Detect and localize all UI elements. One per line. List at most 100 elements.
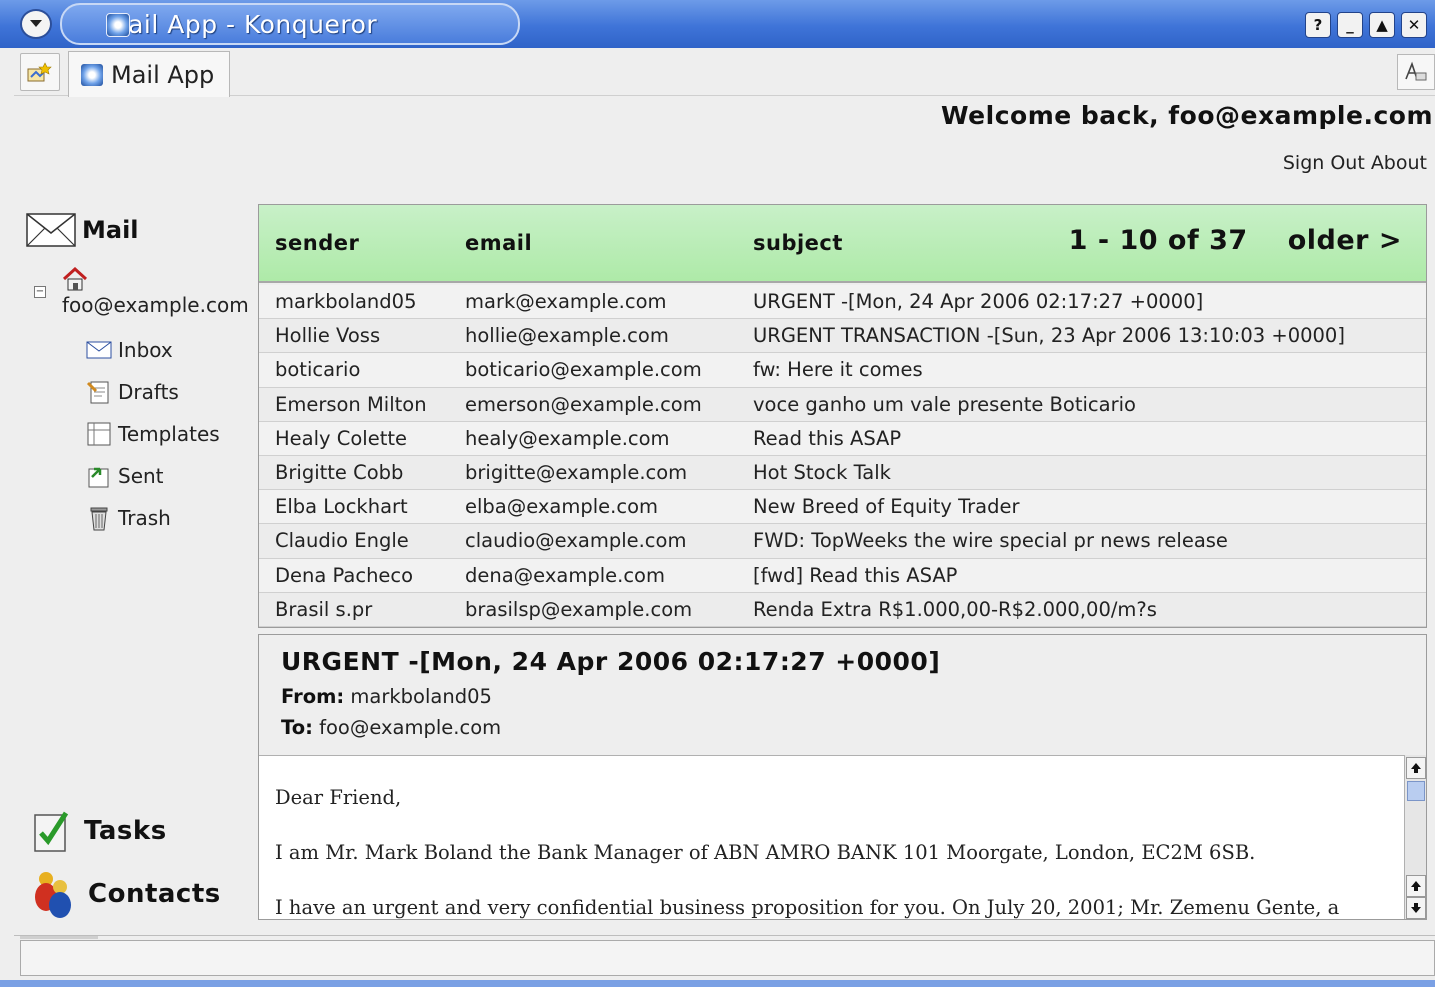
row-sender: Claudio Engle xyxy=(275,529,409,553)
account-label[interactable]: foo@example.com xyxy=(62,293,249,317)
scroll-up-button-lower[interactable] xyxy=(1406,875,1426,897)
scroll-up-button[interactable] xyxy=(1406,757,1426,779)
row-subject: Hot Stock Talk xyxy=(753,460,891,484)
row-subject: FWD: TopWeeks the wire special pr news r… xyxy=(753,529,1228,553)
row-subject: URGENT -[Mon, 24 Apr 2006 02:17:27 +0000… xyxy=(753,290,1204,313)
minimize-button[interactable]: _ xyxy=(1337,12,1363,38)
table-row[interactable]: Brasil s.pr brasilsp@example.com Renda Ext… xyxy=(259,592,1426,627)
pager: 1 - 10 of 37 older > xyxy=(1069,225,1402,256)
mail-icon xyxy=(26,213,76,247)
row-email: elba@example.com xyxy=(465,495,659,519)
header-links: Sign Out About xyxy=(1283,152,1427,174)
sidebar-contacts[interactable]: Contacts xyxy=(32,869,221,919)
preview-to-value: foo@example.com xyxy=(319,716,502,739)
status-bar xyxy=(14,935,1435,980)
table-row[interactable]: Claudio Engle claudio@example.com FWD: Top… xyxy=(259,524,1426,559)
preview-from-value: markboland05 xyxy=(350,685,492,708)
table-row[interactable]: Healy Colette healy@example.com Read this … xyxy=(259,421,1426,456)
window-frame-left xyxy=(0,48,14,987)
folder-label: Sent xyxy=(118,464,164,488)
tab-bar: Mail App xyxy=(14,48,1435,97)
sidebar-tasks-label: Tasks xyxy=(84,816,167,846)
welcome-message: Welcome back, foo@example.com xyxy=(940,101,1433,130)
page-content: Welcome back, foo@example.com Sign Out A… xyxy=(14,97,1435,935)
scroll-thumb[interactable] xyxy=(1407,781,1425,801)
table-row[interactable]: Brigitte Cobb brigitte@example.com Hot Sto… xyxy=(259,455,1426,491)
row-email: brigitte@example.com xyxy=(465,460,688,484)
message-list-header: sender email subject 1 - 10 of 37 older … xyxy=(259,205,1426,283)
table-row[interactable]: Elba Lockhart elba@example.com New Breed o… xyxy=(259,490,1426,525)
envelope-icon xyxy=(86,337,112,363)
older-link[interactable]: older > xyxy=(1288,225,1402,256)
row-sender: Healy Colette xyxy=(275,426,408,450)
account-collapse-toggle[interactable]: − xyxy=(34,286,46,298)
row-subject: New Breed of Equity Trader xyxy=(753,495,1020,519)
chevron-down-icon xyxy=(30,20,42,27)
message-rows: markboland05 mark@example.com URGENT -[Mon… xyxy=(259,285,1426,627)
window-menu-button[interactable] xyxy=(20,9,52,39)
sent-icon xyxy=(86,463,112,489)
preview-body[interactable]: Dear Friend, I am Mr. Mark Boland the Ba… xyxy=(259,755,1404,919)
folder-list: Inbox Drafts Templates Sent Trash xyxy=(86,329,220,539)
close-tab-icon xyxy=(1405,61,1427,81)
tab-label: Mail App xyxy=(111,60,215,89)
sign-out-link[interactable]: Sign Out xyxy=(1283,152,1365,174)
row-email: emerson@example.com xyxy=(465,392,702,416)
sidebar-item-drafts[interactable]: Drafts xyxy=(86,371,220,413)
row-email: boticario@example.com xyxy=(465,358,702,382)
message-list: sender email subject 1 - 10 of 37 older … xyxy=(258,204,1427,628)
body-paragraph: I have an urgent and very confidential b… xyxy=(275,896,1340,919)
preview-from-label: From: xyxy=(281,685,345,708)
window-title: Mail App - Konqueror xyxy=(106,9,378,39)
sidebar-item-inbox[interactable]: Inbox xyxy=(86,329,220,371)
new-tab-button[interactable] xyxy=(20,53,60,91)
status-field xyxy=(20,940,1435,976)
table-row[interactable]: boticario boticario@example.com fw: Here i… xyxy=(259,353,1426,388)
tab-mail-app[interactable]: Mail App xyxy=(68,51,230,97)
table-row[interactable]: markboland05 mark@example.com URGENT -[Mon… xyxy=(259,285,1426,320)
row-email: claudio@example.com xyxy=(465,529,687,553)
row-sender: Emerson Milton xyxy=(275,392,427,416)
scroll-down-button[interactable] xyxy=(1406,897,1426,919)
row-subject: URGENT TRANSACTION -[Sun, 23 Apr 2006 13… xyxy=(753,324,1345,348)
arrow-up-icon xyxy=(1411,881,1421,891)
row-subject: fw: Here it comes xyxy=(753,358,923,382)
window-title-pill: Mail App - Konqueror xyxy=(60,3,520,45)
sidebar-tasks[interactable]: Tasks xyxy=(32,809,167,853)
preview-to: To: foo@example.com xyxy=(281,716,501,739)
table-row[interactable]: Hollie Voss hollie@example.com URGENT TRAN… xyxy=(259,319,1426,354)
preview-scrollbar[interactable] xyxy=(1404,755,1426,919)
trash-icon xyxy=(86,505,112,531)
row-email: dena@example.com xyxy=(465,563,665,587)
row-email: hollie@example.com xyxy=(465,324,669,348)
row-sender: Brasil s.pr xyxy=(275,597,373,621)
sidebar-item-templates[interactable]: Templates xyxy=(86,413,220,455)
account-home-icon xyxy=(62,266,88,295)
table-row[interactable]: Dena Pacheco dena@example.com [fwd] Read t… xyxy=(259,558,1426,593)
row-sender: markboland05 xyxy=(275,290,417,313)
drafts-icon xyxy=(86,379,112,405)
close-tab-button[interactable] xyxy=(1397,54,1435,90)
page-range: 1 - 10 of 37 xyxy=(1068,225,1248,256)
column-header-subject[interactable]: subject xyxy=(753,231,843,255)
row-sender: Elba Lockhart xyxy=(275,495,408,519)
close-button[interactable]: ✕ xyxy=(1401,12,1427,38)
sidebar-mail-heading[interactable]: Mail xyxy=(26,213,139,247)
sidebar-item-trash[interactable]: Trash xyxy=(86,497,220,539)
column-header-sender[interactable]: sender xyxy=(275,231,359,255)
about-link[interactable]: About xyxy=(1371,152,1427,174)
preview-subject: URGENT -[Mon, 24 Apr 2006 02:17:27 +0000… xyxy=(281,647,941,676)
column-header-email[interactable]: email xyxy=(465,231,532,255)
arrow-up-icon xyxy=(1411,763,1421,773)
help-button[interactable]: ? xyxy=(1305,12,1331,38)
folder-label: Inbox xyxy=(118,338,173,362)
status-indicator xyxy=(20,936,98,939)
sidebar-item-sent[interactable]: Sent xyxy=(86,455,220,497)
folder-label: Drafts xyxy=(118,380,179,404)
window-frame-bottom xyxy=(0,980,1435,987)
maximize-button[interactable]: ▲ xyxy=(1369,12,1395,38)
body-paragraph: Dear Friend, xyxy=(275,786,402,809)
table-row[interactable]: Emerson Milton emerson@example.com voce ga… xyxy=(259,387,1426,422)
window-buttons: ? _ ▲ ✕ xyxy=(1305,12,1427,38)
templates-icon xyxy=(86,421,112,447)
